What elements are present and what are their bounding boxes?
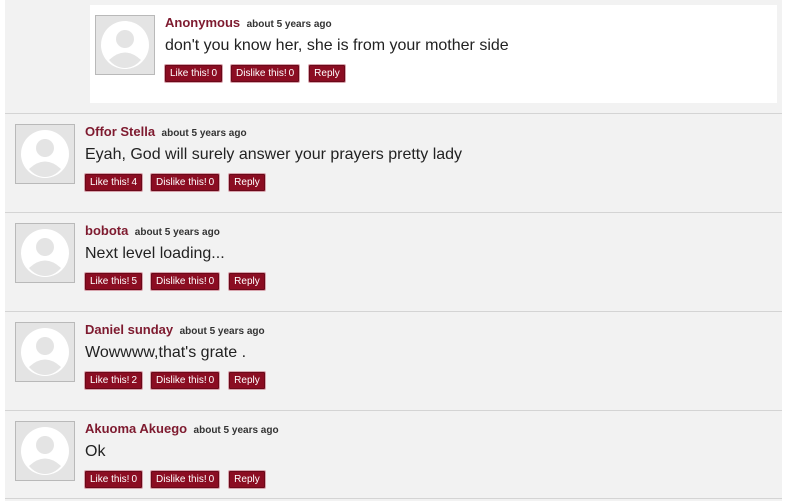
reply-button[interactable]: Reply	[309, 65, 345, 82]
comment-text: Wowwww,that's grate .	[85, 344, 247, 361]
reply-button[interactable]: Reply	[229, 372, 265, 389]
comment-author[interactable]: bobota	[85, 223, 128, 238]
comment-author[interactable]: Anonymous	[165, 15, 240, 30]
avatar-icon[interactable]	[15, 421, 75, 481]
like-button[interactable]: Like this! 5	[85, 273, 143, 290]
comment-author[interactable]: Daniel sunday	[85, 322, 173, 337]
comment-author[interactable]: Akuoma Akuego	[85, 421, 187, 436]
comment-timestamp: about 5 years ago	[161, 128, 247, 139]
dislike-button[interactable]: Dislike this! 0	[151, 273, 220, 290]
dislike-button[interactable]: Dislike this! 0	[151, 471, 220, 488]
dislike-button[interactable]: Dislike this! 0	[231, 65, 300, 82]
comment-text: Ok	[85, 443, 106, 460]
dislike-button[interactable]: Dislike this! 0	[151, 372, 220, 389]
reply-button[interactable]: Reply	[229, 471, 265, 488]
like-count: 5	[131, 276, 138, 287]
dislike-count: 0	[288, 68, 295, 79]
like-count: 4	[131, 177, 138, 188]
dislike-count: 0	[208, 276, 215, 287]
avatar-icon[interactable]	[95, 15, 155, 75]
comment-author[interactable]: Offor Stella	[85, 124, 155, 139]
like-label: Like this!	[90, 375, 130, 386]
like-label: Like this!	[90, 474, 130, 485]
dislike-label: Dislike this!	[236, 68, 287, 79]
comment-timestamp: about 5 years ago	[246, 19, 332, 30]
comment-timestamp: about 5 years ago	[193, 425, 279, 436]
reply-button[interactable]: Reply	[229, 273, 265, 290]
like-button[interactable]: Like this! 0	[165, 65, 223, 82]
like-label: Like this!	[90, 276, 130, 287]
like-button[interactable]: Like this! 2	[85, 372, 143, 389]
like-label: Like this!	[170, 68, 210, 79]
reply-button[interactable]: Reply	[229, 174, 265, 191]
like-count: 0	[211, 68, 218, 79]
dislike-label: Dislike this!	[156, 276, 207, 287]
like-label: Like this!	[90, 177, 130, 188]
comment-timestamp: about 5 years ago	[179, 326, 265, 337]
like-button[interactable]: Like this! 4	[85, 174, 143, 191]
dislike-count: 0	[208, 474, 215, 485]
avatar-icon[interactable]	[15, 223, 75, 283]
dislike-count: 0	[208, 177, 215, 188]
comment-text: don't you know her, she is from your mot…	[165, 37, 509, 54]
dislike-label: Dislike this!	[156, 177, 207, 188]
dislike-button[interactable]: Dislike this! 0	[151, 174, 220, 191]
like-count: 0	[131, 474, 138, 485]
dislike-count: 0	[208, 375, 215, 386]
comment-text: Next level loading...	[85, 245, 225, 262]
like-button[interactable]: Like this! 0	[85, 471, 143, 488]
avatar-icon[interactable]	[15, 322, 75, 382]
dislike-label: Dislike this!	[156, 375, 207, 386]
like-count: 2	[131, 375, 138, 386]
avatar-icon[interactable]	[15, 124, 75, 184]
comment-timestamp: about 5 years ago	[134, 227, 220, 238]
comment-text: Eyah, God will surely answer your prayer…	[85, 146, 463, 163]
dislike-label: Dislike this!	[156, 474, 207, 485]
